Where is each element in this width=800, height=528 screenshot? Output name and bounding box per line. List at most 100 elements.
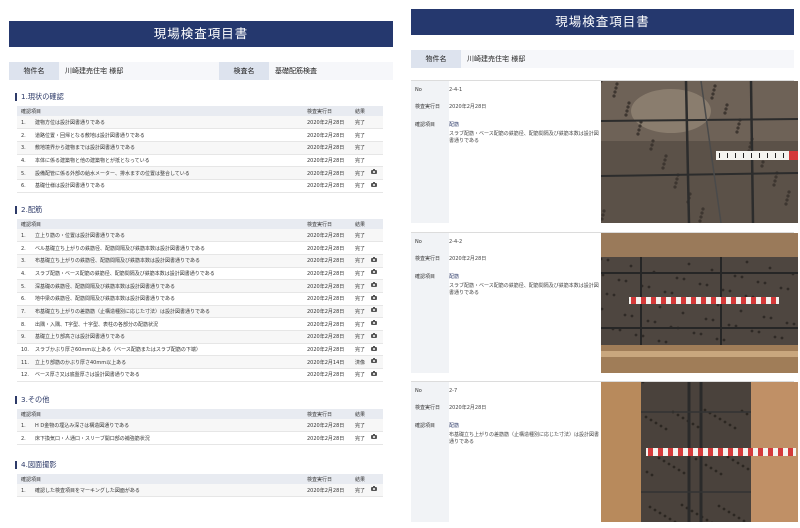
result-status: 完了 bbox=[351, 166, 371, 180]
result-status: 完了 bbox=[351, 330, 371, 344]
item-number: 2. bbox=[21, 435, 26, 442]
photo-cell bbox=[371, 431, 383, 445]
camera-icon[interactable] bbox=[371, 370, 377, 376]
column-header-item: 確認項目 bbox=[17, 106, 303, 116]
record-item-value: 配筋 スラブ配筋・ベース配筋の鉄筋径、配筋間隔及び鉄筋本数は設計図書通りである bbox=[449, 273, 601, 296]
photo-report-page: 現場検査項目書 物件名 川崎建売住宅 様邸 No 2-4-1 検査実行日 2020年2… bbox=[405, 0, 800, 528]
item-description: スラブ配筋・ベース配筋の鉄筋径、配筋間隔及び鉄筋本数は設計図書通りである bbox=[449, 131, 599, 144]
photo-cell bbox=[371, 292, 383, 306]
check-item: 3. 敷地境界から建物までは設計図書通りである bbox=[17, 141, 303, 155]
camera-icon[interactable] bbox=[371, 282, 377, 288]
result-status: 完了 bbox=[351, 484, 371, 498]
table-row[interactable]: 1. 確認した検査項目をマーキングした図面がある 2020年2月28日 完了 bbox=[17, 484, 383, 498]
camera-icon[interactable] bbox=[371, 181, 377, 187]
column-header-photo bbox=[371, 106, 383, 116]
item-text: 建物方位は設計図書通りである bbox=[35, 119, 105, 126]
photo-cell bbox=[371, 419, 383, 433]
table-row[interactable]: 7. 布基礎立ち上がりの差筋筋（止構造種別に応じた寸法）は設計図書通りである 202… bbox=[17, 305, 383, 319]
category-label: 配筋 bbox=[449, 274, 460, 280]
camera-icon[interactable] bbox=[371, 320, 377, 326]
check-item: 2. ベル基礎立ち上がりの鉄筋径、配筋間隔及び鉄筋本数は設計図書通りである bbox=[17, 241, 303, 255]
item-number: 9. bbox=[21, 334, 26, 341]
table-row[interactable]: 1. 建物方位は設計図書通りである 2020年2月28日 完了 bbox=[17, 116, 383, 130]
photo-cell bbox=[371, 355, 383, 370]
table-row[interactable]: 6. 地中梁の鉄筋径、配筋間隔及び鉄筋本数は設計図書通りである 2020年2月28日… bbox=[17, 292, 383, 306]
check-item: 2. 道路位置・回帰となる敷地は設計図書通りである bbox=[17, 128, 303, 142]
table-row[interactable]: 3. 布基礎立ち上がりの鉄筋径、配筋間隔及び鉄筋本数は設計図書通りである 2020年… bbox=[17, 254, 383, 268]
inspection-date: 2020年2月28日 bbox=[303, 254, 351, 268]
record-date-row: 検査実行日 2020年2月28日 bbox=[411, 255, 601, 262]
inspection-date: 2020年2月28日 bbox=[303, 229, 351, 243]
table-row[interactable]: 2. 道路位置・回帰となる敷地は設計図書通りである 2020年2月28日 完了 bbox=[17, 128, 383, 142]
camera-icon[interactable] bbox=[371, 307, 377, 313]
record-date-value: 2020年2月28日 bbox=[449, 104, 487, 110]
inspection-date: 2020年2月28日 bbox=[303, 484, 351, 498]
record-item-label: 確認項目 bbox=[415, 122, 436, 128]
camera-icon[interactable] bbox=[371, 358, 377, 364]
table-row[interactable]: 1. 立上り筋の・位置は設計図書通りである 2020年2月28日 完了 bbox=[17, 229, 383, 243]
item-text: ベース厚さ又は底盤厚さは設計図書通りである bbox=[35, 372, 140, 379]
inspection-date: 2020年2月28日 bbox=[303, 279, 351, 293]
table-row[interactable]: 9. 基礎立上り部高さは設計図書通りである 2020年2月28日 完了 bbox=[17, 330, 383, 344]
result-status: 完了 bbox=[351, 431, 371, 445]
table-row[interactable]: 4. 本体に係る建築物と他の建築物とが抵となっている 2020年2月28日 完了 bbox=[17, 154, 383, 168]
table-row[interactable]: 2. 床下換気口・人通口・スリーブ開口部の補強筋状況 2020年2月28日 完了 bbox=[17, 431, 383, 445]
table-row[interactable]: 10. スラブかぶり厚さ60mm以上ある（ベース配筋またはスラブ配筋の下端） 202… bbox=[17, 343, 383, 357]
check-item: 12. ベース厚さ又は底盤厚さは設計図書通りである bbox=[17, 368, 303, 382]
inspection-photo[interactable] bbox=[601, 382, 798, 522]
section-heading: 4.図面撮影 bbox=[15, 461, 57, 469]
inspection-date: 2020年2月28日 bbox=[303, 368, 351, 382]
camera-icon[interactable] bbox=[371, 486, 377, 492]
record-date-label: 検査実行日 bbox=[415, 405, 441, 411]
item-text: 立上り部筋のかぶり厚さ40mm以上ある bbox=[35, 359, 127, 366]
item-text: 出隅・入隅、T字型、十字型、表柱の各部分の配筋状況 bbox=[35, 321, 159, 328]
item-number: 2. bbox=[21, 132, 26, 139]
property-value: 川崎建売住宅 様邸 bbox=[461, 50, 794, 68]
camera-icon[interactable] bbox=[371, 294, 377, 300]
check-item: 1. 建物方位は設計図書通りである bbox=[17, 116, 303, 130]
table-row[interactable]: 8. 出隅・入隅、T字型、十字型、表柱の各部分の配筋状況 2020年2月28日 完了 bbox=[17, 317, 383, 331]
camera-icon[interactable] bbox=[371, 169, 377, 175]
table-row[interactable]: 3. 敷地境界から建物までは設計図書通りである 2020年2月28日 完了 bbox=[17, 141, 383, 155]
table-row[interactable]: 2. ベル基礎立ち上がりの鉄筋径、配筋間隔及び鉄筋本数は設計図書通りである 2020… bbox=[17, 241, 383, 255]
item-text: 地中梁の鉄筋径、配筋間隔及び鉄筋本数は設計図書通りである bbox=[35, 296, 175, 303]
label-column bbox=[411, 382, 449, 522]
section-heading: 1.現状の確認 bbox=[15, 93, 64, 101]
photo-cell bbox=[371, 305, 383, 319]
table-row[interactable]: 5. 深基礎の鉄筋径、配筋間隔及び鉄筋本数は設計図書通りである 2020年2月28日… bbox=[17, 279, 383, 293]
item-number: 1. bbox=[21, 119, 26, 126]
photo-cell bbox=[371, 330, 383, 344]
check-item: 1. H D金物の埋込み深さは構造図通りである bbox=[17, 419, 303, 433]
check-item: 5. 設備配管に係る外部の給水メーター、排水ますの位置は整合している bbox=[17, 166, 303, 180]
camera-icon[interactable] bbox=[371, 345, 377, 351]
camera-icon[interactable] bbox=[371, 434, 377, 440]
check-item: 1. 立上り筋の・位置は設計図書通りである bbox=[17, 229, 303, 243]
camera-icon[interactable] bbox=[371, 256, 377, 262]
column-header-result: 結果 bbox=[351, 106, 371, 116]
photo-cell bbox=[371, 368, 383, 382]
record-number-label: No bbox=[415, 239, 422, 245]
table-row[interactable]: 1. H D金物の埋込み深さは構造図通りである 2020年2月28日 完了 bbox=[17, 419, 383, 433]
record-date-row: 検査実行日 2020年2月28日 bbox=[411, 404, 601, 411]
camera-icon[interactable] bbox=[371, 269, 377, 275]
result-status: 完了 bbox=[351, 305, 371, 319]
item-text: 確認した検査項目をマーキングした図面がある bbox=[35, 487, 140, 494]
item-number: 3. bbox=[21, 145, 26, 152]
table-row[interactable]: 6. 基礎仕様は設計図書通りである 2020年2月28日 完了 bbox=[17, 179, 383, 193]
table-row[interactable]: 12. ベース厚さ又は底盤厚さは設計図書通りである 2020年2月28日 完了 bbox=[17, 368, 383, 382]
table-row[interactable]: 5. 設備配管に係る外部の給水メーター、排水ますの位置は整合している 2020年2月… bbox=[17, 166, 383, 180]
item-text: ベル基礎立ち上がりの鉄筋径、配筋間隔及び鉄筋本数は設計図書通りである bbox=[35, 245, 205, 252]
photo-cell bbox=[371, 128, 383, 142]
inspection-photo[interactable] bbox=[601, 81, 798, 223]
table-row[interactable]: 11. 立上り部筋のかぶり厚さ40mm以上ある 2020年2月14日 済像 bbox=[17, 355, 383, 370]
section-heading: 2.配筋 bbox=[15, 206, 42, 214]
item-number: 5. bbox=[21, 283, 26, 290]
inspection-date: 2020年2月14日 bbox=[303, 355, 351, 370]
item-text: 立上り筋の・位置は設計図書通りである bbox=[35, 232, 125, 239]
record-number-row: No 2-4-1 bbox=[411, 87, 601, 93]
inspection-photo[interactable] bbox=[601, 233, 798, 373]
column-header-item: 確認項目 bbox=[17, 474, 303, 484]
table-row[interactable]: 4. スラブ配筋・ベース配筋の鉄筋径、配筋間隔及び鉄筋本数は設計図書通りである 20… bbox=[17, 267, 383, 281]
result-status: 完了 bbox=[351, 279, 371, 293]
camera-icon[interactable] bbox=[371, 332, 377, 338]
